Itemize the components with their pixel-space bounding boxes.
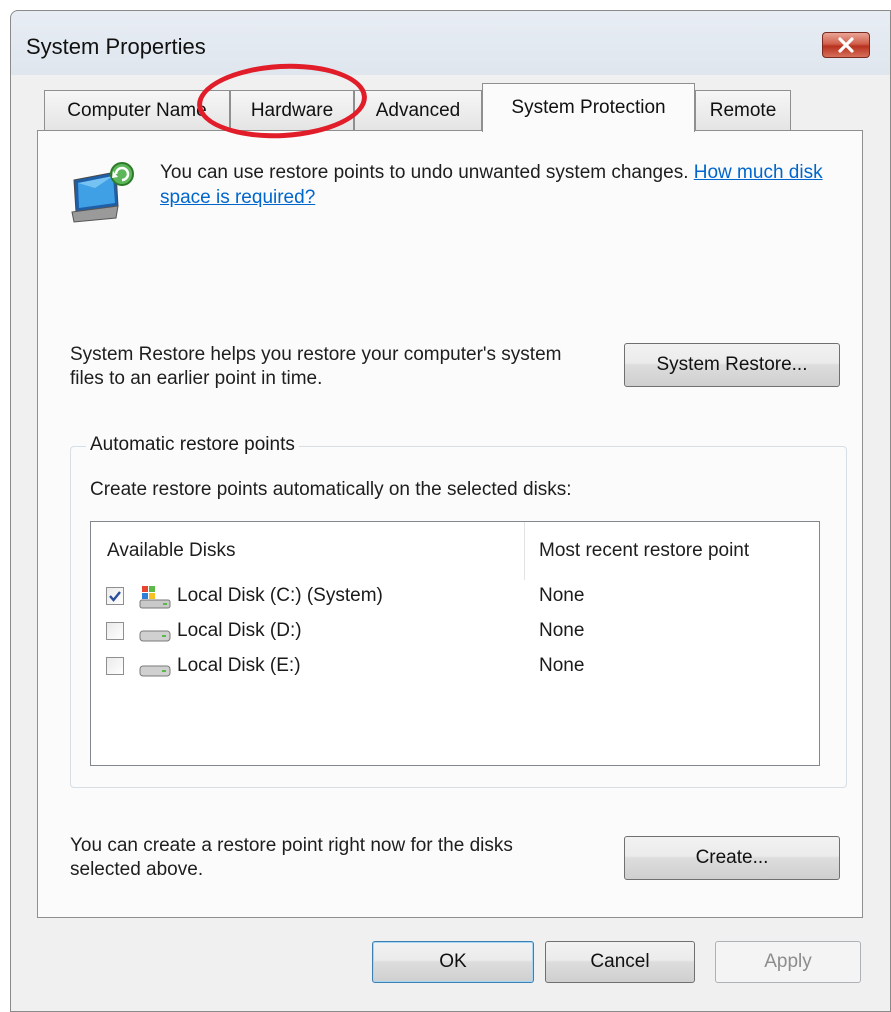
intro-message: You can use restore points to undo unwan… [160,162,694,183]
system-drive-icon [139,585,173,609]
close-icon [838,37,854,53]
tab-computer-name[interactable]: Computer Name [44,90,230,131]
window-title: System Properties [26,34,206,59]
disk-name: Local Disk (E:) [177,655,301,676]
disk-recent-point: None [539,655,585,676]
create-points-instruction: Create restore points automatically on t… [90,479,572,500]
tab-advanced[interactable]: Advanced [354,90,482,131]
column-header-disks[interactable]: Available Disks [91,522,525,580]
disk-checkbox[interactable] [106,622,124,640]
disk-name: Local Disk (D:) [177,620,302,641]
cancel-button[interactable]: Cancel [545,941,695,983]
disk-name: Local Disk (C:) (System) [177,585,383,606]
column-label: Available Disks [107,540,236,561]
tab-label: Advanced [375,100,461,121]
system-restore-description: System Restore helps you restore your co… [70,344,562,389]
create-description: You can create a restore point right now… [70,835,513,880]
close-button[interactable] [822,32,870,58]
tab-label: Hardware [250,100,334,121]
checkmark-icon [109,591,121,602]
disk-checkbox[interactable] [106,657,124,675]
system-restore-button[interactable]: System Restore... [624,343,840,387]
system-restore-icon [70,158,142,224]
tab-system-protection[interactable]: System Protection [482,83,695,132]
tab-label: Computer Name [67,100,207,121]
hard-drive-icon [139,620,173,644]
disk-checkbox[interactable] [106,587,124,605]
group-label: Automatic restore points [86,434,299,456]
create-button[interactable]: Create... [624,836,840,880]
tab-label: System Protection [511,97,666,118]
hard-drive-icon [139,655,173,679]
disk-recent-point: None [539,620,585,641]
disk-row[interactable]: Local Disk (D:) None [91,616,819,650]
column-header-recent[interactable]: Most recent restore point [525,522,819,580]
ok-button[interactable]: OK [372,941,534,983]
disk-recent-point: None [539,585,585,606]
tab-label: Remote [709,100,777,121]
disk-row[interactable]: Local Disk (E:) None [91,651,819,685]
disk-row[interactable]: Local Disk (C:) (System) None [91,581,819,615]
tab-remote[interactable]: Remote [695,90,791,131]
tab-hardware[interactable]: Hardware [230,90,354,131]
disks-list[interactable]: Available Disks Most recent restore poin… [90,521,820,766]
intro-text: You can use restore points to undo unwan… [160,160,860,210]
column-label: Most recent restore point [539,540,750,561]
apply-button[interactable]: Apply [715,941,861,983]
